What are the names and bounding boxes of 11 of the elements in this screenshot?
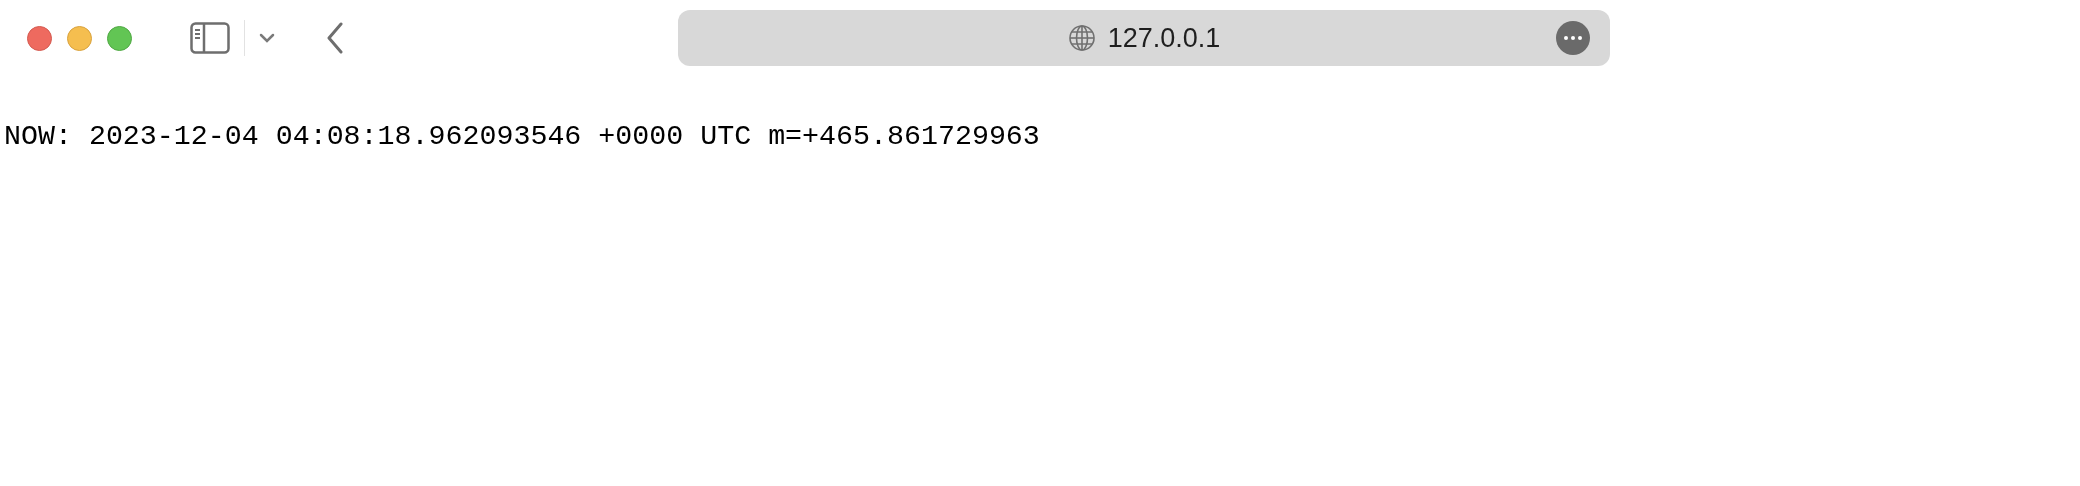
timestamp-text: NOW: 2023-12-04 04:08:18.962093546 +0000 UTC m=+465.861729963 [4,120,1041,152]
more-button[interactable] [1556,21,1590,55]
close-button[interactable] [27,25,52,51]
address-bar[interactable]: 127.0.0.1 [678,10,1610,66]
globe-icon [1067,24,1096,52]
chevron-down-icon[interactable] [259,33,275,43]
more-icon [1564,36,1582,40]
back-icon[interactable] [326,22,344,54]
sidebar-icon[interactable] [190,22,230,54]
address-text: 127.0.0.1 [1107,22,1221,54]
maximize-button[interactable] [107,25,132,51]
